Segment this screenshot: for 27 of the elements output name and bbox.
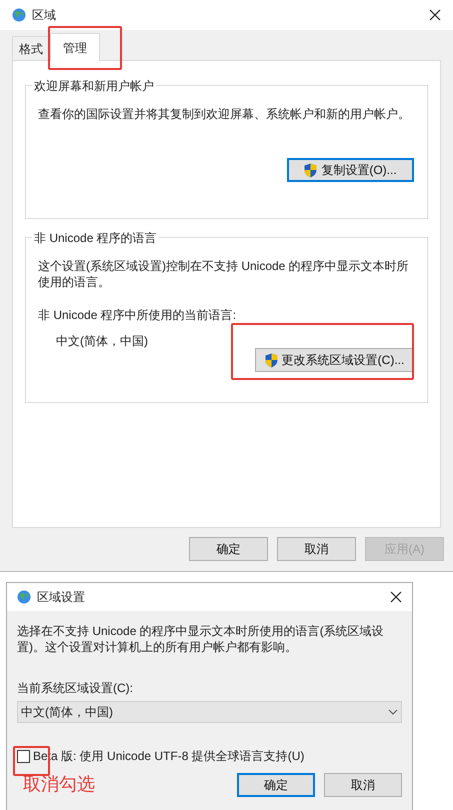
copy-settings-button[interactable]: 复制设置(O)... bbox=[287, 158, 414, 182]
description-text: 这个设置(系统区域设置)控制在不支持 Unicode 的程序中显示文本时所使用的语言。 bbox=[38, 258, 410, 290]
change-locale-button[interactable]: 更改系统区域设置(C)... bbox=[255, 348, 414, 372]
dialog-button[interactable]: 取消 bbox=[277, 537, 356, 561]
description-text: 选择在不支持 Unicode 的程序中显示文本时所使用的语言(系统区域设置)。这个设置对计算机上的所有用户帐户都有影响。 bbox=[17, 623, 385, 655]
group-title: 欢迎屏幕和新用户帐户 bbox=[32, 77, 156, 95]
shield-icon bbox=[264, 352, 278, 368]
dialog-button[interactable]: 确定 bbox=[189, 537, 268, 561]
description-text: 查看你的国际设置并将其复制到欢迎屏幕、系统帐户和新的用户帐户。 bbox=[38, 106, 411, 122]
tab[interactable]: 管理 bbox=[50, 33, 100, 61]
close-icon[interactable] bbox=[429, 9, 441, 21]
dialog-button[interactable]: 确定 bbox=[237, 772, 315, 796]
globe-icon bbox=[17, 590, 31, 604]
shield-icon bbox=[304, 162, 318, 178]
window-title: 区域 bbox=[32, 7, 57, 24]
chevron-down-icon bbox=[388, 709, 398, 715]
current-language-label: 非 Unicode 程序中所使用的当前语言: bbox=[38, 307, 238, 324]
tab[interactable]: 格式 bbox=[12, 36, 50, 60]
select-label: 当前系统区域设置(C): bbox=[17, 680, 134, 697]
checkbox[interactable] bbox=[17, 750, 30, 762]
globe-icon bbox=[12, 8, 26, 22]
dialog-button[interactable]: 取消 bbox=[324, 772, 402, 796]
locale-select[interactable]: 中文(简体，中国) bbox=[17, 701, 402, 723]
window-title: 区域设置 bbox=[37, 589, 86, 606]
close-icon[interactable] bbox=[390, 591, 402, 603]
annotation-text: 取消勾选 bbox=[23, 773, 96, 796]
current-language-value: 中文(简体，中国) bbox=[56, 333, 149, 350]
